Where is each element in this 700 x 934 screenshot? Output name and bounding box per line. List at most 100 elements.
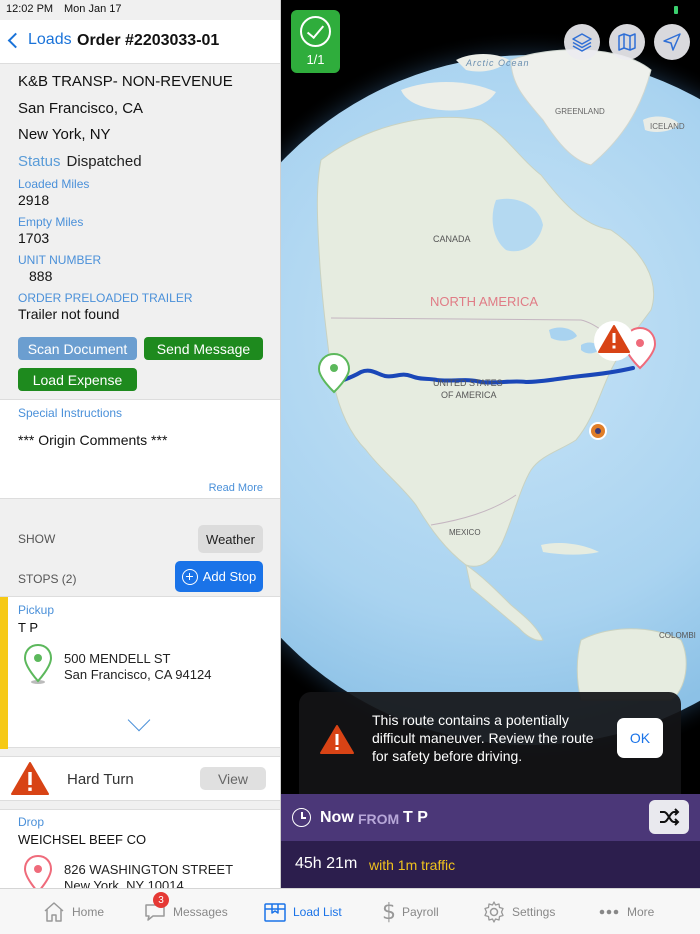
hard-turn-label: Hard Turn bbox=[67, 771, 134, 788]
locate-button[interactable] bbox=[654, 24, 690, 60]
stop-type: Drop bbox=[18, 815, 45, 829]
map-icon bbox=[618, 33, 636, 51]
status-value: Dispatched bbox=[66, 153, 142, 170]
map-label-usa-line1: UNITED STATES bbox=[433, 378, 503, 388]
page-title: Order #2203033-01 bbox=[77, 32, 220, 49]
ok-button[interactable]: OK bbox=[617, 718, 663, 758]
load-list-icon bbox=[264, 903, 286, 922]
map-type-button[interactable] bbox=[609, 24, 645, 60]
chevron-down-icon[interactable] bbox=[127, 708, 151, 732]
route-departure-row[interactable]: Now FROM T P bbox=[281, 794, 700, 841]
destination-city: New York, NY bbox=[18, 126, 111, 143]
read-more-link[interactable]: Read More bbox=[209, 482, 263, 494]
tab-label: Settings bbox=[512, 905, 556, 919]
stop-address-line2: San Francisco, CA 94124 bbox=[64, 667, 212, 682]
route-eta: 45h 21m bbox=[295, 855, 358, 872]
messages-badge: 3 bbox=[153, 892, 169, 908]
warning-icon bbox=[320, 725, 354, 754]
stop-address-line2: New York, NY 10014 bbox=[64, 878, 184, 888]
special-instructions: Special Instructions *** Origin Comments… bbox=[0, 399, 280, 499]
more-icon bbox=[599, 909, 619, 915]
warning-icon bbox=[11, 762, 49, 795]
stop-name: WEICHSEL BEEF CO bbox=[18, 832, 147, 847]
route-origin: T P bbox=[403, 809, 428, 826]
stop-address-line1: 826 WASHINGTON STREET bbox=[64, 862, 234, 877]
status-date: Mon Jan 17 bbox=[64, 3, 122, 15]
back-button[interactable]: Loads bbox=[7, 31, 72, 49]
stop-status-bar bbox=[0, 597, 8, 749]
origin-city: San Francisco, CA bbox=[18, 100, 144, 117]
special-instructions-content: *** Origin Comments *** bbox=[18, 432, 168, 448]
status-bar: 12:02 PM Mon Jan 17 bbox=[0, 0, 700, 20]
globe-map[interactable]: Arctic Ocean GREENLAND ICELAND CANADA NO… bbox=[281, 0, 700, 794]
map-label-arctic-ocean: Arctic Ocean bbox=[465, 58, 530, 68]
tab-payroll[interactable]: $ Payroll bbox=[382, 889, 439, 934]
home-icon bbox=[44, 902, 64, 922]
shuffle-button[interactable] bbox=[649, 800, 689, 834]
empty-miles-value: 1703 bbox=[18, 230, 50, 246]
route-eta-row: 45h 21m with 1m traffic bbox=[281, 841, 700, 888]
stop-name: T P bbox=[18, 620, 38, 635]
map-label-north-america: NORTH AMERICA bbox=[430, 294, 538, 309]
add-stop-button[interactable]: Add Stop bbox=[175, 561, 263, 592]
hazard-marker-icon[interactable] bbox=[594, 321, 634, 361]
stops-label: STOPS (2) bbox=[18, 572, 77, 586]
nav-header: Loads Order #2203033-01 bbox=[0, 20, 280, 64]
hard-turn-row: Hard Turn View bbox=[0, 756, 280, 801]
chevron-left-icon bbox=[7, 32, 24, 48]
tab-more[interactable]: More bbox=[597, 889, 654, 934]
drop-pin-icon bbox=[23, 854, 53, 888]
stop-card-pickup[interactable]: Pickup T P 500 MENDELL ST San Francisco,… bbox=[0, 596, 280, 749]
unit-number-label: UNIT NUMBER bbox=[18, 253, 102, 267]
plus-circle-icon bbox=[181, 568, 198, 585]
tab-label: Messages bbox=[173, 905, 228, 919]
layers-button[interactable] bbox=[564, 24, 600, 60]
empty-miles-label: Empty Miles bbox=[18, 215, 84, 229]
tab-load-list[interactable]: Load List bbox=[263, 889, 342, 934]
status-row: Status Dispatched bbox=[18, 153, 142, 170]
route-summary: Now FROM T P 45h 21m with 1m traffic bbox=[281, 794, 700, 888]
map-label-greenland: GREENLAND bbox=[555, 107, 605, 116]
tab-home[interactable]: Home bbox=[42, 889, 104, 934]
back-label: Loads bbox=[28, 31, 72, 48]
show-section: SHOW Weather STOPS (2) Add Stop bbox=[0, 500, 280, 595]
map-label-colombia: COLOMBI bbox=[659, 631, 696, 640]
map-label-canada: CANADA bbox=[433, 234, 471, 244]
map-label-iceland: ICELAND bbox=[650, 122, 685, 131]
battery-icon bbox=[674, 6, 678, 14]
special-instructions-title: Special Instructions bbox=[18, 406, 123, 420]
gear-icon bbox=[484, 901, 504, 923]
tab-settings[interactable]: Settings bbox=[482, 889, 555, 934]
stop-card-drop[interactable]: Drop WEICHSEL BEEF CO 826 WASHINGTON STR… bbox=[0, 809, 280, 888]
tab-label: Home bbox=[72, 905, 105, 919]
weather-button[interactable]: Weather bbox=[198, 525, 263, 553]
tab-label: More bbox=[627, 905, 655, 919]
view-button[interactable]: View bbox=[200, 767, 266, 790]
trailer-label: ORDER PRELOADED TRAILER bbox=[18, 291, 193, 305]
shuffle-icon bbox=[660, 808, 680, 826]
layers-icon bbox=[572, 33, 592, 52]
status-label: Status bbox=[18, 153, 61, 170]
loaded-miles-value: 2918 bbox=[18, 192, 50, 208]
poi-marker-icon[interactable] bbox=[589, 422, 607, 440]
loaded-miles-label: Loaded Miles bbox=[18, 177, 90, 191]
map-view[interactable]: Arctic Ocean GREENLAND ICELAND CANADA NO… bbox=[281, 0, 700, 794]
map-label-usa-line2: OF AMERICA bbox=[441, 390, 497, 400]
location-arrow-icon bbox=[663, 33, 681, 51]
route-traffic: with 1m traffic bbox=[369, 857, 456, 873]
scan-document-button[interactable]: Scan Document bbox=[18, 337, 137, 360]
departure-time: Now bbox=[320, 809, 354, 826]
show-label: SHOW bbox=[18, 532, 56, 546]
send-message-button[interactable]: Send Message bbox=[144, 337, 263, 360]
order-detail-panel: Loads Order #2203033-01 K&B TRANSP- NON-… bbox=[0, 0, 281, 888]
from-label: FROM bbox=[358, 811, 400, 827]
company-name: K&B TRANSP- NON-REVENUE bbox=[18, 73, 233, 90]
load-expense-button[interactable]: Load Expense bbox=[18, 368, 137, 391]
stop-type: Pickup bbox=[18, 603, 55, 617]
payroll-icon: $ bbox=[382, 899, 396, 925]
map-label-mexico: MEXICO bbox=[449, 528, 481, 537]
stop-address-line1: 500 MENDELL ST bbox=[64, 651, 171, 666]
pickup-pin-icon bbox=[23, 643, 53, 684]
status-time: 12:02 PM bbox=[6, 3, 54, 15]
tab-bar: Home Messages 3 Load List $ Payroll Sett… bbox=[0, 888, 700, 934]
